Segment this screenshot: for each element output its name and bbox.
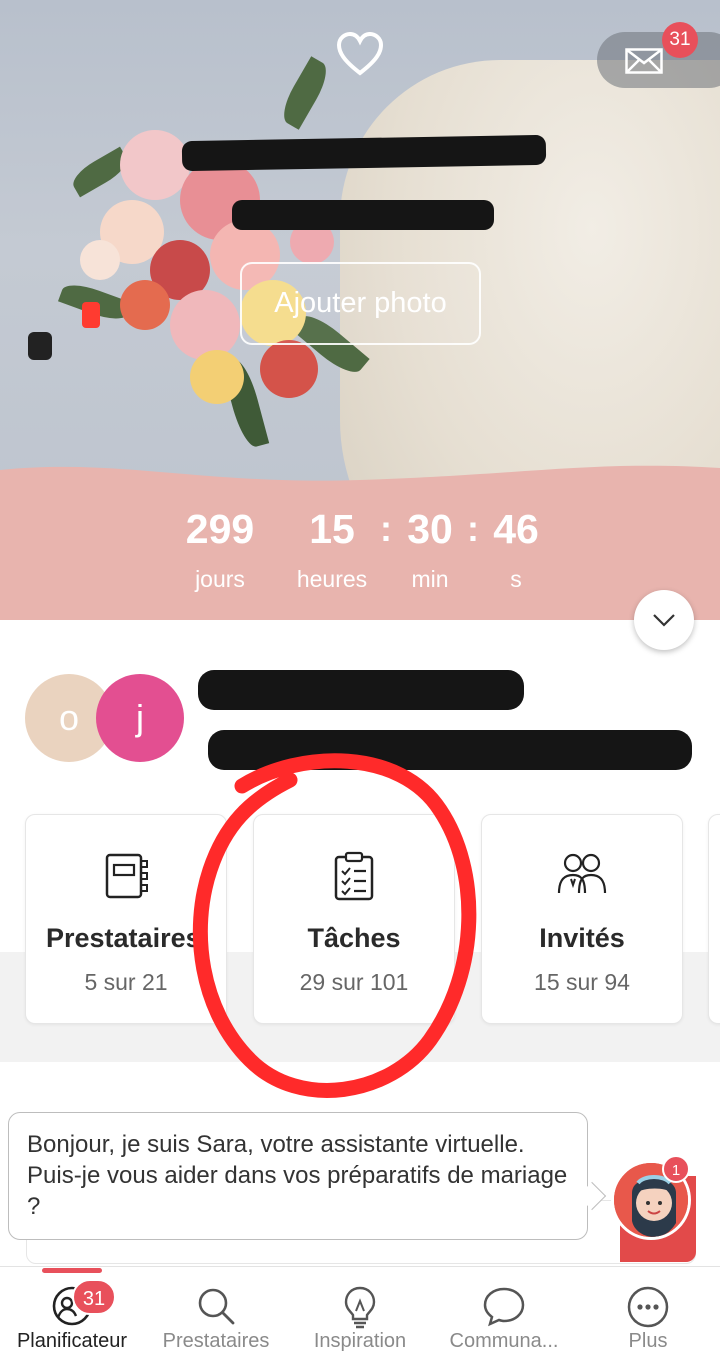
messages-badge: 31 xyxy=(662,22,698,58)
nav-communaute[interactable]: Communa... xyxy=(432,1267,576,1365)
add-photo-button[interactable]: Ajouter photo xyxy=(240,262,481,345)
avatar[interactable]: j xyxy=(96,674,184,762)
countdown: 299 jours 15 heures : 30 min : 46 s xyxy=(0,500,720,610)
assistant-badge: 1 xyxy=(662,1155,690,1183)
nav-planificateur[interactable]: Planificateur xyxy=(0,1267,144,1365)
card-partial[interactable] xyxy=(708,814,720,1024)
card-title: Tâches xyxy=(307,923,401,953)
guests-icon xyxy=(557,853,607,894)
countdown-separator: : xyxy=(380,508,392,549)
checklist-icon xyxy=(334,851,374,901)
notebook-icon xyxy=(105,853,148,899)
countdown-hours-label: heures xyxy=(296,566,368,592)
couple-info-redacted xyxy=(198,670,524,710)
messages-button[interactable] xyxy=(597,32,720,88)
card-taches[interactable]: Tâches 29 sur 101 xyxy=(253,814,455,1024)
lightbulb-icon xyxy=(344,1286,376,1329)
countdown-minutes-label: min xyxy=(411,566,449,592)
countdown-separator: : xyxy=(467,508,479,549)
marker xyxy=(28,332,52,360)
chevron-down-icon xyxy=(653,614,675,627)
wedding-date-redacted xyxy=(232,200,494,230)
countdown-seconds: 46 xyxy=(493,506,539,552)
countdown-hours: 15 xyxy=(309,506,355,552)
card-subtitle: 29 sur 101 xyxy=(299,969,409,995)
search-icon xyxy=(198,1288,235,1325)
heart-icon xyxy=(336,31,384,76)
countdown-days-label: jours xyxy=(195,566,245,592)
card-title: Invités xyxy=(539,923,625,953)
card-subtitle: 15 sur 94 xyxy=(534,969,630,995)
chat-bubble-icon xyxy=(483,1287,525,1327)
more-icon xyxy=(627,1286,669,1328)
nav-prestataires[interactable]: Prestataires xyxy=(144,1267,288,1365)
cover-photo[interactable]: Ajouter photo 299 jours 15 heures : 30 m… xyxy=(0,0,720,620)
countdown-minutes: 30 xyxy=(407,506,453,552)
nav-label: Plus xyxy=(628,1330,668,1352)
countdown-seconds-label: s xyxy=(510,566,522,592)
countdown-days: 299 xyxy=(185,506,255,552)
planner-badge: 31 xyxy=(72,1279,116,1315)
couple-names-redacted xyxy=(181,134,547,172)
nav-plus[interactable]: Plus xyxy=(576,1267,720,1365)
expand-button[interactable] xyxy=(634,590,694,650)
card-invites[interactable]: Invités 15 sur 94 xyxy=(481,814,683,1024)
card-prestataires[interactable]: Prestataires 5 sur 21 xyxy=(25,814,227,1024)
card-subtitle: 5 sur 21 xyxy=(84,969,168,995)
active-tab-indicator xyxy=(42,1268,102,1273)
card-title: Prestataires xyxy=(46,923,201,953)
bottom-nav: Planificateur Prestataires Inspiration C… xyxy=(0,1266,720,1365)
couple-info-redacted xyxy=(208,730,692,770)
envelope-icon xyxy=(625,48,663,74)
nav-inspiration[interactable]: Inspiration xyxy=(288,1267,432,1365)
assistant-message[interactable]: Bonjour, je suis Sara, votre assistante … xyxy=(8,1112,588,1240)
marker xyxy=(82,302,100,328)
